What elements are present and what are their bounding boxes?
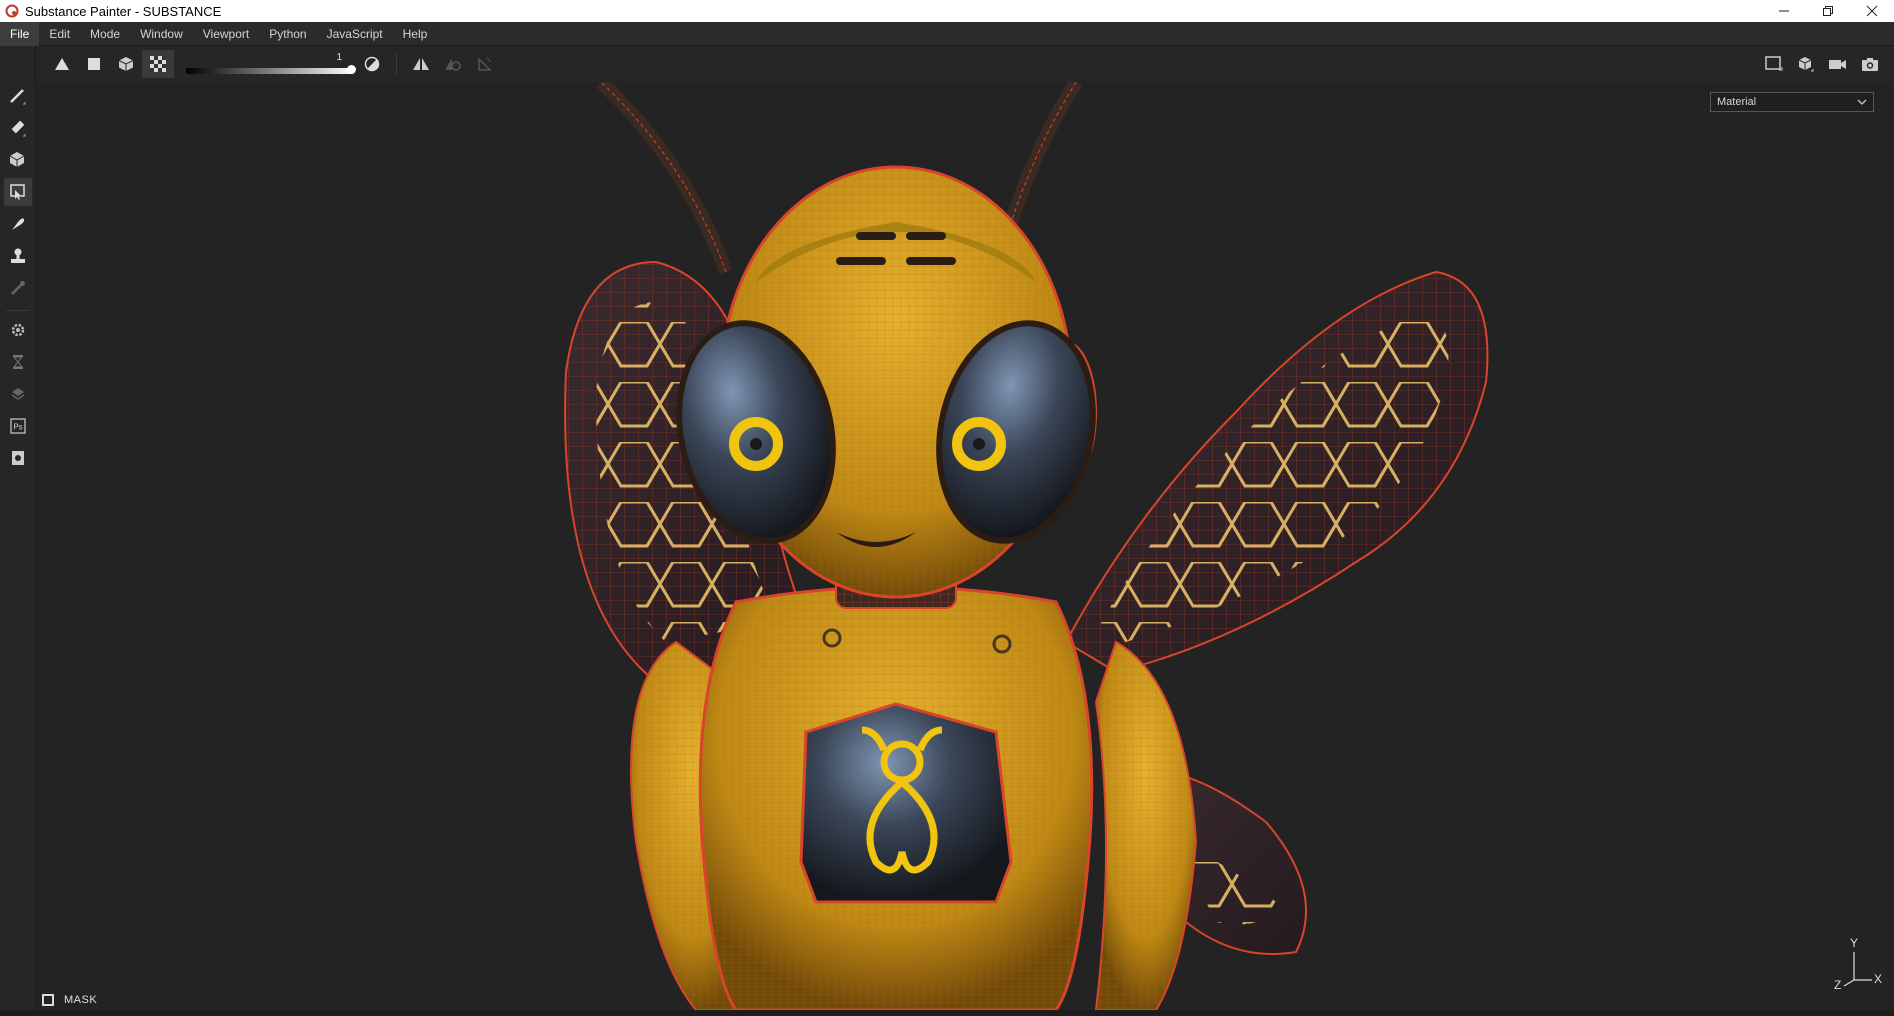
camera-button[interactable]	[1822, 50, 1854, 78]
layers-icon	[11, 388, 25, 400]
mirror-icon	[413, 58, 429, 70]
mask-label: MASK	[64, 994, 98, 1006]
mask-toggle[interactable]: MASK	[42, 994, 97, 1006]
close-button[interactable]	[1850, 0, 1894, 22]
settings-tool-button[interactable]	[4, 316, 32, 344]
color-picker-icon	[11, 281, 25, 295]
tool-options-bar: 1	[36, 46, 1894, 82]
gizmo-x-label: X	[1874, 972, 1883, 986]
bake-tool-button[interactable]	[4, 348, 32, 376]
menu-file[interactable]: File	[0, 21, 40, 46]
menu-viewport[interactable]: Viewport	[193, 22, 259, 46]
eraser-tool-button[interactable]	[4, 114, 32, 142]
brush-icon	[10, 89, 26, 105]
clone-tool-button[interactable]	[4, 242, 32, 270]
contrast-button[interactable]	[356, 50, 388, 78]
paint-tool-button[interactable]	[4, 82, 32, 110]
viewport-frame-icon	[1765, 56, 1783, 71]
fill-slider-value: 1	[336, 52, 342, 63]
screenshot-icon	[1862, 58, 1878, 71]
tools-sidebar: Ps	[0, 46, 36, 1016]
export-icon	[12, 451, 24, 465]
mask-checkbox[interactable]	[42, 994, 54, 1006]
clone-icon	[11, 248, 25, 263]
contrast-icon	[364, 56, 380, 72]
bake-icon	[12, 355, 24, 369]
triangle-mode-button[interactable]	[46, 50, 78, 78]
window-title: Substance Painter - SUBSTANCE	[25, 3, 222, 19]
close-icon	[1866, 5, 1878, 17]
menu-mode[interactable]: Mode	[80, 22, 130, 46]
camera-icon	[1829, 60, 1846, 69]
restore-icon	[1823, 6, 1833, 16]
3d-viewport[interactable]: Material MASK Y Z X	[36, 82, 1894, 1010]
smudge-tool-button[interactable]	[4, 210, 32, 238]
export-tool-button[interactable]	[4, 444, 32, 472]
polygon-mode-button[interactable]	[78, 50, 110, 78]
minimize-icon	[1779, 10, 1789, 12]
fill-slider-knob[interactable]	[347, 65, 356, 74]
bee-robot-model[interactable]	[36, 82, 1894, 1010]
uv-chunk-mode-button[interactable]	[142, 50, 174, 78]
projection-icon	[9, 152, 25, 167]
channel-dropdown-value: Material	[1717, 96, 1757, 108]
minimize-button[interactable]	[1762, 0, 1806, 22]
settings-icon	[11, 323, 25, 337]
projection-tool-button[interactable]	[4, 146, 32, 174]
gizmo-y-label: Y	[1850, 936, 1859, 950]
menu-edit[interactable]: Edit	[39, 22, 80, 46]
triangle-icon	[55, 58, 69, 70]
symmetry-button[interactable]	[405, 50, 437, 78]
square-icon	[88, 58, 100, 70]
menu-javascript[interactable]: JavaScript	[317, 22, 393, 46]
transform-button[interactable]	[469, 50, 501, 78]
axis-gizmo: Y Z X	[1832, 936, 1883, 992]
menu-help[interactable]: Help	[393, 22, 438, 46]
photoshop-export-button[interactable]: Ps	[4, 412, 32, 440]
eraser-icon	[11, 120, 26, 137]
smudge-icon	[12, 218, 25, 230]
photoshop-icon: Ps	[10, 418, 26, 434]
menu-bar: File Edit Mode Window Viewport Python Ja…	[0, 21, 1894, 46]
color-picker-tool-button[interactable]	[4, 274, 32, 302]
menu-python[interactable]: Python	[259, 22, 316, 46]
polygon-fill-tool-button[interactable]	[4, 178, 32, 206]
menu-window[interactable]: Window	[130, 22, 193, 46]
restore-button[interactable]	[1806, 0, 1850, 22]
channel-dropdown[interactable]: Material	[1710, 92, 1874, 112]
substance-logo-icon	[4, 3, 20, 19]
mesh-mode-button[interactable]	[110, 50, 142, 78]
fill-slider[interactable]: 1	[186, 50, 356, 78]
toolbar-divider	[396, 53, 397, 75]
layers-tool-button[interactable]	[4, 380, 32, 408]
fill-slider-track[interactable]	[186, 68, 354, 74]
screenshot-button[interactable]	[1854, 50, 1886, 78]
chevron-down-icon	[1857, 99, 1867, 105]
display-mode-button[interactable]	[1790, 50, 1822, 78]
symmetry-settings-button[interactable]	[437, 50, 469, 78]
mirror-off-icon	[445, 58, 461, 71]
window-titlebar: Substance Painter - SUBSTANCE	[0, 0, 1894, 22]
svg-text:Ps: Ps	[13, 423, 22, 432]
viewport-frame-button[interactable]	[1758, 50, 1790, 78]
status-strip	[0, 1010, 1894, 1016]
transform-icon	[478, 57, 492, 71]
gizmo-z-label: Z	[1834, 978, 1842, 992]
tools-divider	[6, 310, 30, 311]
polygon-fill-icon	[10, 184, 25, 200]
checker-icon	[150, 56, 166, 72]
cube-view-icon	[1798, 57, 1814, 72]
cube-icon	[118, 57, 134, 71]
